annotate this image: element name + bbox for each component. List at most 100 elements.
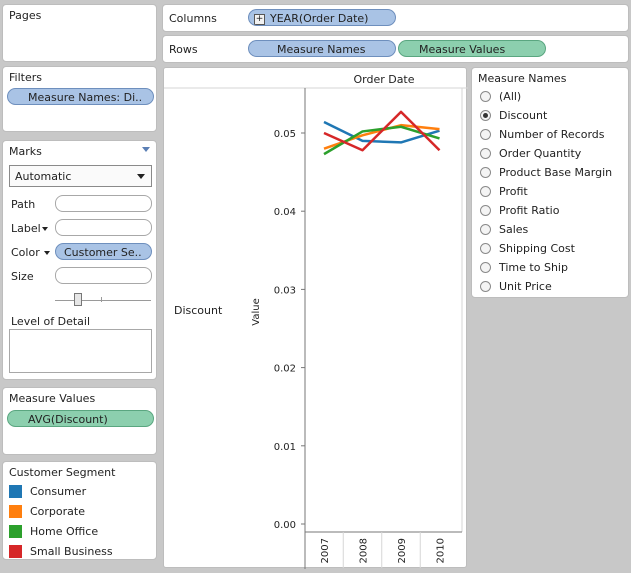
level-of-detail-label: Level of Detail xyxy=(11,315,91,328)
level-of-detail-shelf[interactable] xyxy=(9,329,152,373)
measure-name-option[interactable]: (All) xyxy=(480,88,521,105)
rows-label: Rows xyxy=(169,43,198,56)
measure-name-label: Sales xyxy=(499,223,529,236)
pages-card: Pages xyxy=(2,4,157,62)
path-field[interactable] xyxy=(55,195,152,212)
marks-title: Marks xyxy=(9,145,42,158)
y-tick-label: 0.00 xyxy=(274,520,296,531)
expand-plus-icon[interactable]: + xyxy=(254,13,265,25)
marks-card: Marks Automatic Path Label Color Custome… xyxy=(2,140,157,380)
legend-title: Customer Segment xyxy=(9,466,116,479)
columns-label: Columns xyxy=(169,12,217,25)
radio-button[interactable] xyxy=(480,167,491,178)
rows-pill-measure-values[interactable]: Measure Values xyxy=(398,40,546,57)
legend-item-small-business[interactable]: Small Business xyxy=(9,544,113,558)
measure-name-option[interactable]: Profit xyxy=(480,183,528,200)
filters-title: Filters xyxy=(9,71,42,84)
rows-pill-measure-names[interactable]: Measure Names xyxy=(248,40,396,57)
size-slider-tick xyxy=(101,297,102,302)
y-tick-label: 0.03 xyxy=(274,285,296,296)
legend-label: Consumer xyxy=(30,484,87,498)
radio-button[interactable] xyxy=(480,281,491,292)
measure-name-label: Number of Records xyxy=(499,128,605,141)
rows-shelf: Rows Measure Names Measure Values xyxy=(162,35,629,63)
radio-button[interactable] xyxy=(480,205,491,216)
measure-name-label: Product Base Margin xyxy=(499,166,613,179)
radio-button[interactable] xyxy=(480,129,491,140)
measure-name-label: Shipping Cost xyxy=(499,242,575,255)
measure-values-title: Measure Values xyxy=(9,392,96,405)
radio-button[interactable] xyxy=(480,148,491,159)
y-tick-label: 0.04 xyxy=(274,207,296,218)
size-slider-handle[interactable] xyxy=(74,293,82,306)
color-dropdown-icon[interactable] xyxy=(44,251,50,255)
measure-name-option[interactable]: Shipping Cost xyxy=(480,240,575,257)
measure-name-label: Unit Price xyxy=(499,280,552,293)
x-tick-label: 2007 xyxy=(320,538,331,563)
columns-pill-label: YEAR(Order Date) xyxy=(270,12,369,25)
marks-menu-arrow-icon[interactable] xyxy=(142,147,150,152)
columns-shelf: Columns + YEAR(Order Date) xyxy=(162,4,629,32)
y-axis-title: Value xyxy=(251,298,262,325)
measure-names-filter-card: Measure Names (All) Discount Number of Rec… xyxy=(471,67,629,298)
size-field[interactable] xyxy=(55,267,152,284)
radio-button[interactable] xyxy=(480,186,491,197)
x-tick-label: 2009 xyxy=(397,538,408,563)
legend-swatch xyxy=(9,544,22,558)
measure-name-option[interactable]: Profit Ratio xyxy=(480,202,559,219)
radio-button[interactable] xyxy=(480,224,491,235)
measure-name-label: Profit Ratio xyxy=(499,204,560,217)
path-label: Path xyxy=(11,198,36,211)
customer-segment-legend: Customer Segment Consumer Corporate Home… xyxy=(2,461,157,560)
legend-item-consumer[interactable]: Consumer xyxy=(9,484,86,498)
chart-svg: Order Date Discount Value 0.05 0.04 0.03 0.… xyxy=(164,73,468,569)
measure-name-option[interactable]: Product Base Margin xyxy=(480,164,612,181)
chart-view: Order Date Discount Value 0.05 0.04 0.03 0.… xyxy=(163,67,468,569)
legend-item-corporate[interactable]: Corporate xyxy=(9,504,85,518)
radio-button[interactable] xyxy=(480,91,491,102)
measure-values-card: Measure Values AVG(Discount) xyxy=(2,387,157,455)
measure-name-option[interactable]: Sales xyxy=(480,221,528,238)
measure-name-label: Profit xyxy=(499,185,528,198)
measure-name-label: Time to Ship xyxy=(499,261,568,274)
filters-card: Filters Measure Names: Di.. xyxy=(2,66,157,132)
legend-swatch xyxy=(9,484,22,498)
columns-pill-year-order-date[interactable]: + YEAR(Order Date) xyxy=(248,9,396,26)
measure-name-option[interactable]: Number of Records xyxy=(480,126,605,143)
measure-name-option[interactable]: Unit Price xyxy=(480,278,552,295)
row-header-discount: Discount xyxy=(174,304,223,317)
color-label[interactable]: Color xyxy=(11,246,40,259)
legend-swatch xyxy=(9,504,22,518)
legend-swatch xyxy=(9,524,22,538)
mark-type-value: Automatic xyxy=(15,170,72,183)
x-tick-label: 2008 xyxy=(359,538,370,563)
y-tick-label: 0.02 xyxy=(274,364,296,375)
label-label[interactable]: Label xyxy=(11,222,41,235)
measure-values-pill[interactable]: AVG(Discount) xyxy=(7,410,154,427)
radio-button[interactable] xyxy=(480,262,491,273)
measure-name-label: (All) xyxy=(499,90,522,103)
x-tick-label: 2010 xyxy=(436,538,447,563)
measure-name-label: Discount xyxy=(499,109,548,122)
y-tick-label: 0.01 xyxy=(274,442,296,453)
measure-name-option[interactable]: Discount xyxy=(480,107,547,124)
mark-type-dropdown[interactable]: Automatic xyxy=(9,165,152,187)
pages-title: Pages xyxy=(9,9,42,22)
measure-name-label: Order Quantity xyxy=(499,147,582,160)
measure-name-option[interactable]: Time to Ship xyxy=(480,259,568,276)
chevron-down-icon xyxy=(137,174,145,179)
measure-name-option[interactable]: Order Quantity xyxy=(480,145,581,162)
radio-button[interactable] xyxy=(480,110,491,121)
size-label: Size xyxy=(11,270,34,283)
label-dropdown-icon[interactable] xyxy=(42,227,48,231)
y-tick-label: 0.05 xyxy=(274,129,296,140)
label-field[interactable] xyxy=(55,219,152,236)
legend-item-home-office[interactable]: Home Office xyxy=(9,524,98,538)
radio-button[interactable] xyxy=(480,243,491,254)
legend-label: Small Business xyxy=(30,544,113,558)
column-header-order-date: Order Date xyxy=(353,73,414,86)
filter-pill-measure-names[interactable]: Measure Names: Di.. xyxy=(7,88,154,105)
size-slider-track[interactable] xyxy=(55,300,151,301)
color-pill[interactable]: Customer Se.. xyxy=(55,243,152,260)
measure-names-title: Measure Names xyxy=(478,72,567,85)
